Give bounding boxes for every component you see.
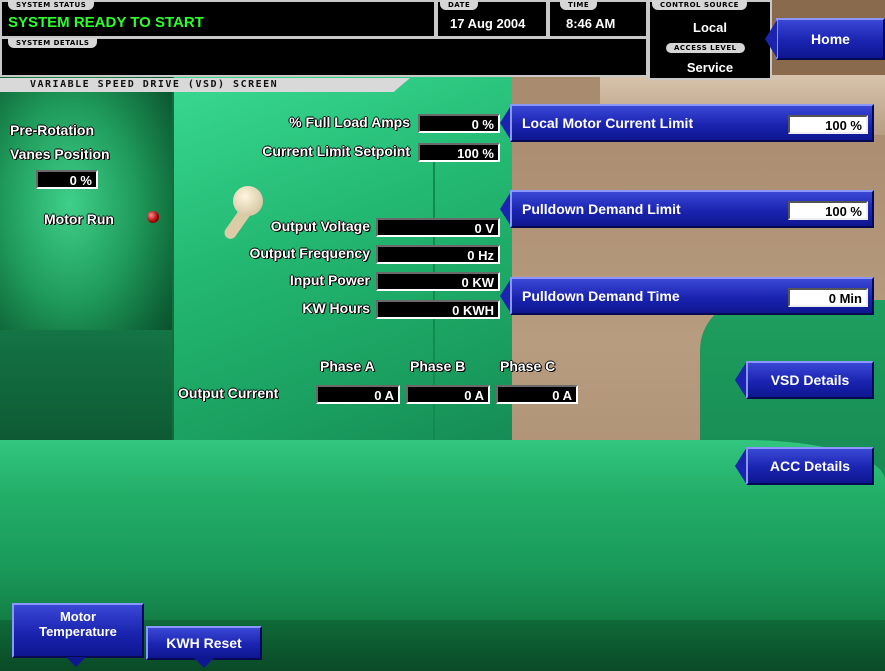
output-frequency-label: Output Frequency — [249, 245, 370, 261]
phase-b-current-field: 0 A — [406, 385, 490, 404]
kwh-reset-button[interactable]: KWH Reset — [146, 626, 262, 660]
output-voltage-field: 0 V — [376, 218, 500, 237]
phase-a-header: Phase A — [320, 358, 375, 374]
access-level-value: Service — [686, 60, 734, 75]
pulldown-demand-limit-field: 100 % — [788, 201, 868, 220]
date-value: 17 Aug 2004 — [450, 16, 526, 31]
system-details-box — [0, 37, 648, 77]
phase-c-header: Phase C — [500, 358, 556, 374]
input-power-label: Input Power — [289, 272, 370, 288]
vsd-screen: SYSTEM READY TO START SYSTEM STATUS SYST… — [0, 0, 885, 671]
system-status-text: SYSTEM READY TO START — [8, 14, 204, 31]
input-power-field: 0 KW — [376, 272, 500, 291]
motor-temperature-button[interactable]: Motor Temperature — [12, 603, 144, 658]
vsd-details-button[interactable]: VSD Details — [746, 361, 874, 399]
phase-b-header: Phase B — [410, 358, 466, 374]
control-source-value: Local — [693, 20, 727, 35]
prv-label-line2: Vanes Position — [10, 146, 110, 162]
system-details-caption: SYSTEM DETAILS — [8, 38, 98, 48]
motor-run-label: Motor Run — [44, 211, 114, 227]
pulldown-demand-limit-button[interactable]: Pulldown Demand Limit 100 % — [510, 190, 874, 228]
motor-run-indicator — [147, 211, 159, 223]
home-button[interactable]: Home — [776, 18, 885, 60]
prv-label-line1: Pre-Rotation — [10, 122, 94, 138]
header-bar: SYSTEM READY TO START SYSTEM STATUS SYST… — [0, 0, 885, 80]
current-limit-setpoint-label: Current Limit Setpoint — [262, 143, 410, 159]
date-caption: DATE — [440, 0, 479, 10]
time-value: 8:46 AM — [566, 16, 616, 31]
full-load-amps-label: % Full Load Amps — [289, 114, 410, 130]
kw-hours-field: 0 KWH — [376, 300, 500, 319]
output-voltage-label: Output Voltage — [270, 218, 370, 234]
output-frequency-field: 0 Hz — [376, 245, 500, 264]
time-caption: TIME — [560, 0, 598, 10]
acc-details-button[interactable]: ACC Details — [746, 447, 874, 485]
pulldown-demand-time-field: 0 Min — [788, 288, 868, 307]
home-button-pointer — [765, 20, 777, 58]
pulldown-demand-limit-label: Pulldown Demand Limit — [522, 201, 681, 217]
motor-temperature-line2: Temperature — [39, 624, 117, 639]
output-current-label: Output Current — [178, 385, 279, 401]
control-source-caption: CONTROL SOURCE — [652, 0, 747, 10]
prv-position-field: 0 % — [36, 170, 98, 189]
disconnect-handle-knob — [233, 186, 263, 216]
motor-temperature-pointer — [66, 657, 86, 667]
motor-temperature-line1: Motor — [59, 609, 97, 624]
local-motor-current-limit-field: 100 % — [788, 115, 868, 134]
pulldown-demand-time-button[interactable]: Pulldown Demand Time 0 Min — [510, 277, 874, 315]
phase-c-current-field: 0 A — [496, 385, 578, 404]
phase-a-current-field: 0 A — [316, 385, 400, 404]
kw-hours-label: KW Hours — [302, 300, 370, 316]
system-status-caption: SYSTEM STATUS — [8, 0, 95, 10]
full-load-amps-field: 0 % — [418, 114, 500, 133]
local-motor-current-limit-label: Local Motor Current Limit — [522, 115, 694, 131]
screen-title: VARIABLE SPEED DRIVE (VSD) SCREEN — [0, 78, 410, 92]
local-motor-current-limit-button[interactable]: Local Motor Current Limit 100 % — [510, 104, 874, 142]
pulldown-demand-time-label: Pulldown Demand Time — [522, 288, 680, 304]
kwh-reset-pointer — [194, 658, 214, 668]
current-limit-setpoint-field: 100 % — [418, 143, 500, 162]
control-source-box: Local Service — [648, 0, 772, 80]
access-level-caption: ACCESS LEVEL — [666, 43, 745, 53]
